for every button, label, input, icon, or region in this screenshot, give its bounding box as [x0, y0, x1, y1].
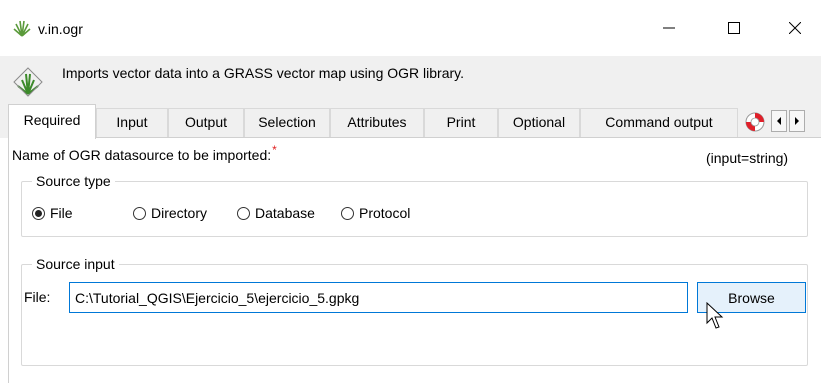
tab-input[interactable]: Input [96, 108, 168, 138]
param-hint: (input=string) [706, 150, 789, 166]
radio-file-label: File [50, 205, 73, 221]
module-description-bar: Imports vector data into a GRASS vector … [0, 56, 821, 102]
tab-scroll-left-button[interactable] [771, 110, 787, 132]
radio-file-indicator[interactable] [32, 206, 45, 220]
arrow-left-icon [777, 117, 781, 125]
minimize-button[interactable] [640, 0, 698, 56]
radio-protocol-indicator[interactable] [341, 206, 354, 220]
tab-print[interactable]: Print [424, 108, 498, 138]
radio-protocol-label: Protocol [359, 205, 411, 221]
tab-selection[interactable]: Selection [244, 108, 330, 138]
tab-bar: Required Input Output Selection Attribut… [0, 102, 821, 139]
tab-optional[interactable]: Optional [498, 108, 580, 138]
tab-output[interactable]: Output [168, 108, 244, 138]
maximize-icon [728, 22, 740, 34]
lifebuoy-help-icon[interactable] [744, 111, 766, 133]
title-bar: v.in.ogr [0, 0, 821, 56]
radio-directory-indicator[interactable] [133, 206, 146, 220]
radio-file[interactable]: File [32, 205, 73, 221]
tab-required[interactable]: Required [8, 104, 96, 139]
tab-attributes[interactable]: Attributes [330, 108, 424, 138]
arrow-right-icon [795, 117, 799, 125]
maximize-button[interactable] [705, 0, 763, 56]
mouse-pointer-icon [706, 302, 724, 329]
file-field-label: File: [24, 289, 51, 305]
radio-directory[interactable]: Directory [133, 205, 207, 221]
source-input-group [21, 264, 808, 366]
radio-directory-label: Directory [151, 205, 208, 221]
close-button[interactable] [766, 0, 821, 56]
source-input-title: Source input [32, 256, 119, 272]
radio-protocol[interactable]: Protocol [341, 205, 410, 221]
close-icon [789, 22, 801, 34]
source-type-title: Source type [32, 173, 115, 189]
module-description: Imports vector data into a GRASS vector … [62, 65, 465, 81]
radio-database[interactable]: Database [237, 205, 315, 221]
radio-database-label: Database [255, 205, 315, 221]
tab-scroll-right-button[interactable] [789, 110, 805, 132]
grass-logo-icon [13, 20, 31, 37]
minimize-icon [663, 27, 675, 29]
required-marker: * [272, 143, 277, 157]
grass-logo-icon [13, 67, 43, 97]
datasource-label: Name of OGR datasource to be imported:* [12, 143, 277, 163]
file-path-input[interactable] [69, 282, 688, 313]
window-title: v.in.ogr [38, 21, 83, 37]
tab-command-output[interactable]: Command output [580, 108, 738, 138]
radio-database-indicator[interactable] [237, 206, 250, 220]
